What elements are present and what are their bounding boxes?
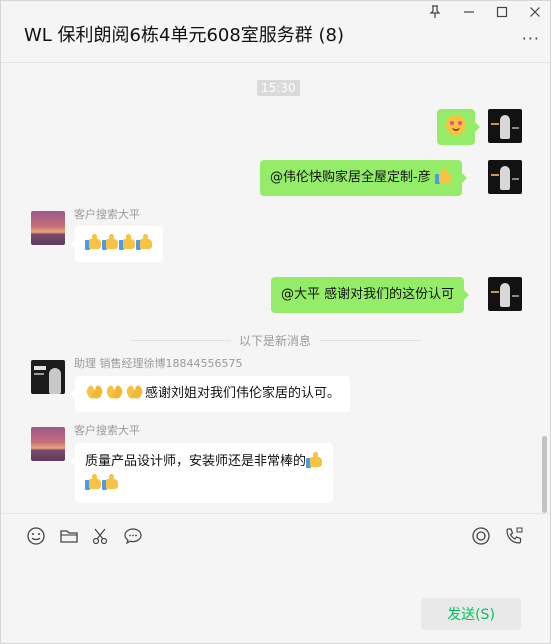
- pray-emoji-icon: [104, 384, 125, 401]
- avatar-customer[interactable]: [31, 211, 65, 245]
- message-bubble-other[interactable]: [70, 226, 163, 262]
- thumbs-up-emoji-icon: [102, 474, 119, 490]
- timestamp: 15:30: [257, 80, 300, 96]
- message-text: @伟伦快购家居全屋定制-彦: [270, 170, 431, 185]
- avatar-self[interactable]: [488, 277, 522, 311]
- thumbs-up-emoji-icon: [85, 234, 102, 250]
- thumbs-up-emoji-icon: [102, 234, 119, 250]
- more-options-icon[interactable]: ···: [522, 29, 540, 48]
- message-bubble-self[interactable]: @伟伦快购家居全屋定制-彦: [260, 160, 467, 196]
- live-icon[interactable]: [471, 526, 491, 546]
- message-bubble-other[interactable]: 感谢刘姐对我们伟伦家居的认可。: [69, 376, 351, 412]
- title-bar: WL 保利朗阅6栋4单元608室服务群 (8) ···: [1, 1, 550, 63]
- close-icon[interactable]: [523, 5, 547, 23]
- maximize-icon[interactable]: [490, 5, 514, 23]
- message-list[interactable]: 15:30 @伟伦快购家居全屋定制-彦 客户搜索大平 @大平 感谢对我们的这份认…: [1, 64, 550, 513]
- pin-icon[interactable]: [423, 5, 447, 23]
- message-text: 质量产品设计师，安装师还是非常棒的: [85, 454, 307, 469]
- minimize-icon[interactable]: [457, 5, 481, 23]
- message-bubble-self[interactable]: [437, 109, 480, 145]
- message-text: 感谢刘姐对我们伟伦家居的认可。: [145, 386, 341, 401]
- message-input[interactable]: 发送(S): [1, 557, 550, 643]
- message-text: @大平 感谢对我们的这份认可: [281, 287, 455, 302]
- scrollbar-thumb[interactable]: [542, 436, 547, 513]
- thumbs-up-emoji-icon: [306, 452, 323, 468]
- avatar-self[interactable]: [488, 160, 522, 194]
- chat-title: WL 保利朗阅6栋4单元608室服务群 (8): [24, 25, 345, 46]
- send-button[interactable]: 发送(S): [421, 598, 521, 630]
- thumbs-up-emoji-icon: [434, 168, 452, 184]
- thumbs-up-emoji-icon: [119, 234, 136, 250]
- new-messages-label: 以下是新消息: [231, 332, 320, 349]
- pray-emoji-icon: [84, 384, 105, 401]
- sender-name: 客户搜索大平: [74, 424, 140, 437]
- chat-window: WL 保利朗阅6栋4单元608室服务群 (8) ··· 15:30 @伟伦快购家…: [0, 0, 551, 644]
- scissors-icon[interactable]: [91, 526, 111, 546]
- emoji-icon[interactable]: [26, 526, 46, 546]
- message-bubble-self[interactable]: @大平 感谢对我们的这份认可: [271, 277, 470, 313]
- message-bubble-other[interactable]: 质量产品设计师，安装师还是非常棒的: [69, 443, 334, 503]
- pray-emoji-icon: [124, 384, 145, 401]
- folder-icon[interactable]: [59, 526, 79, 546]
- sender-name: 客户搜索大平: [74, 208, 140, 221]
- thumbs-up-emoji-icon: [136, 234, 153, 250]
- thumbs-up-emoji-icon: [85, 474, 102, 490]
- input-toolbar: [1, 513, 550, 557]
- chat-bubble-icon[interactable]: [123, 526, 143, 546]
- avatar-customer[interactable]: [31, 427, 65, 461]
- avatar-self[interactable]: [488, 109, 522, 143]
- smiley-emoji-icon: [446, 115, 466, 135]
- call-icon[interactable]: [504, 526, 524, 546]
- sender-name: 助理 销售经理徐博18844556575: [74, 357, 243, 370]
- avatar-assistant[interactable]: [31, 360, 65, 394]
